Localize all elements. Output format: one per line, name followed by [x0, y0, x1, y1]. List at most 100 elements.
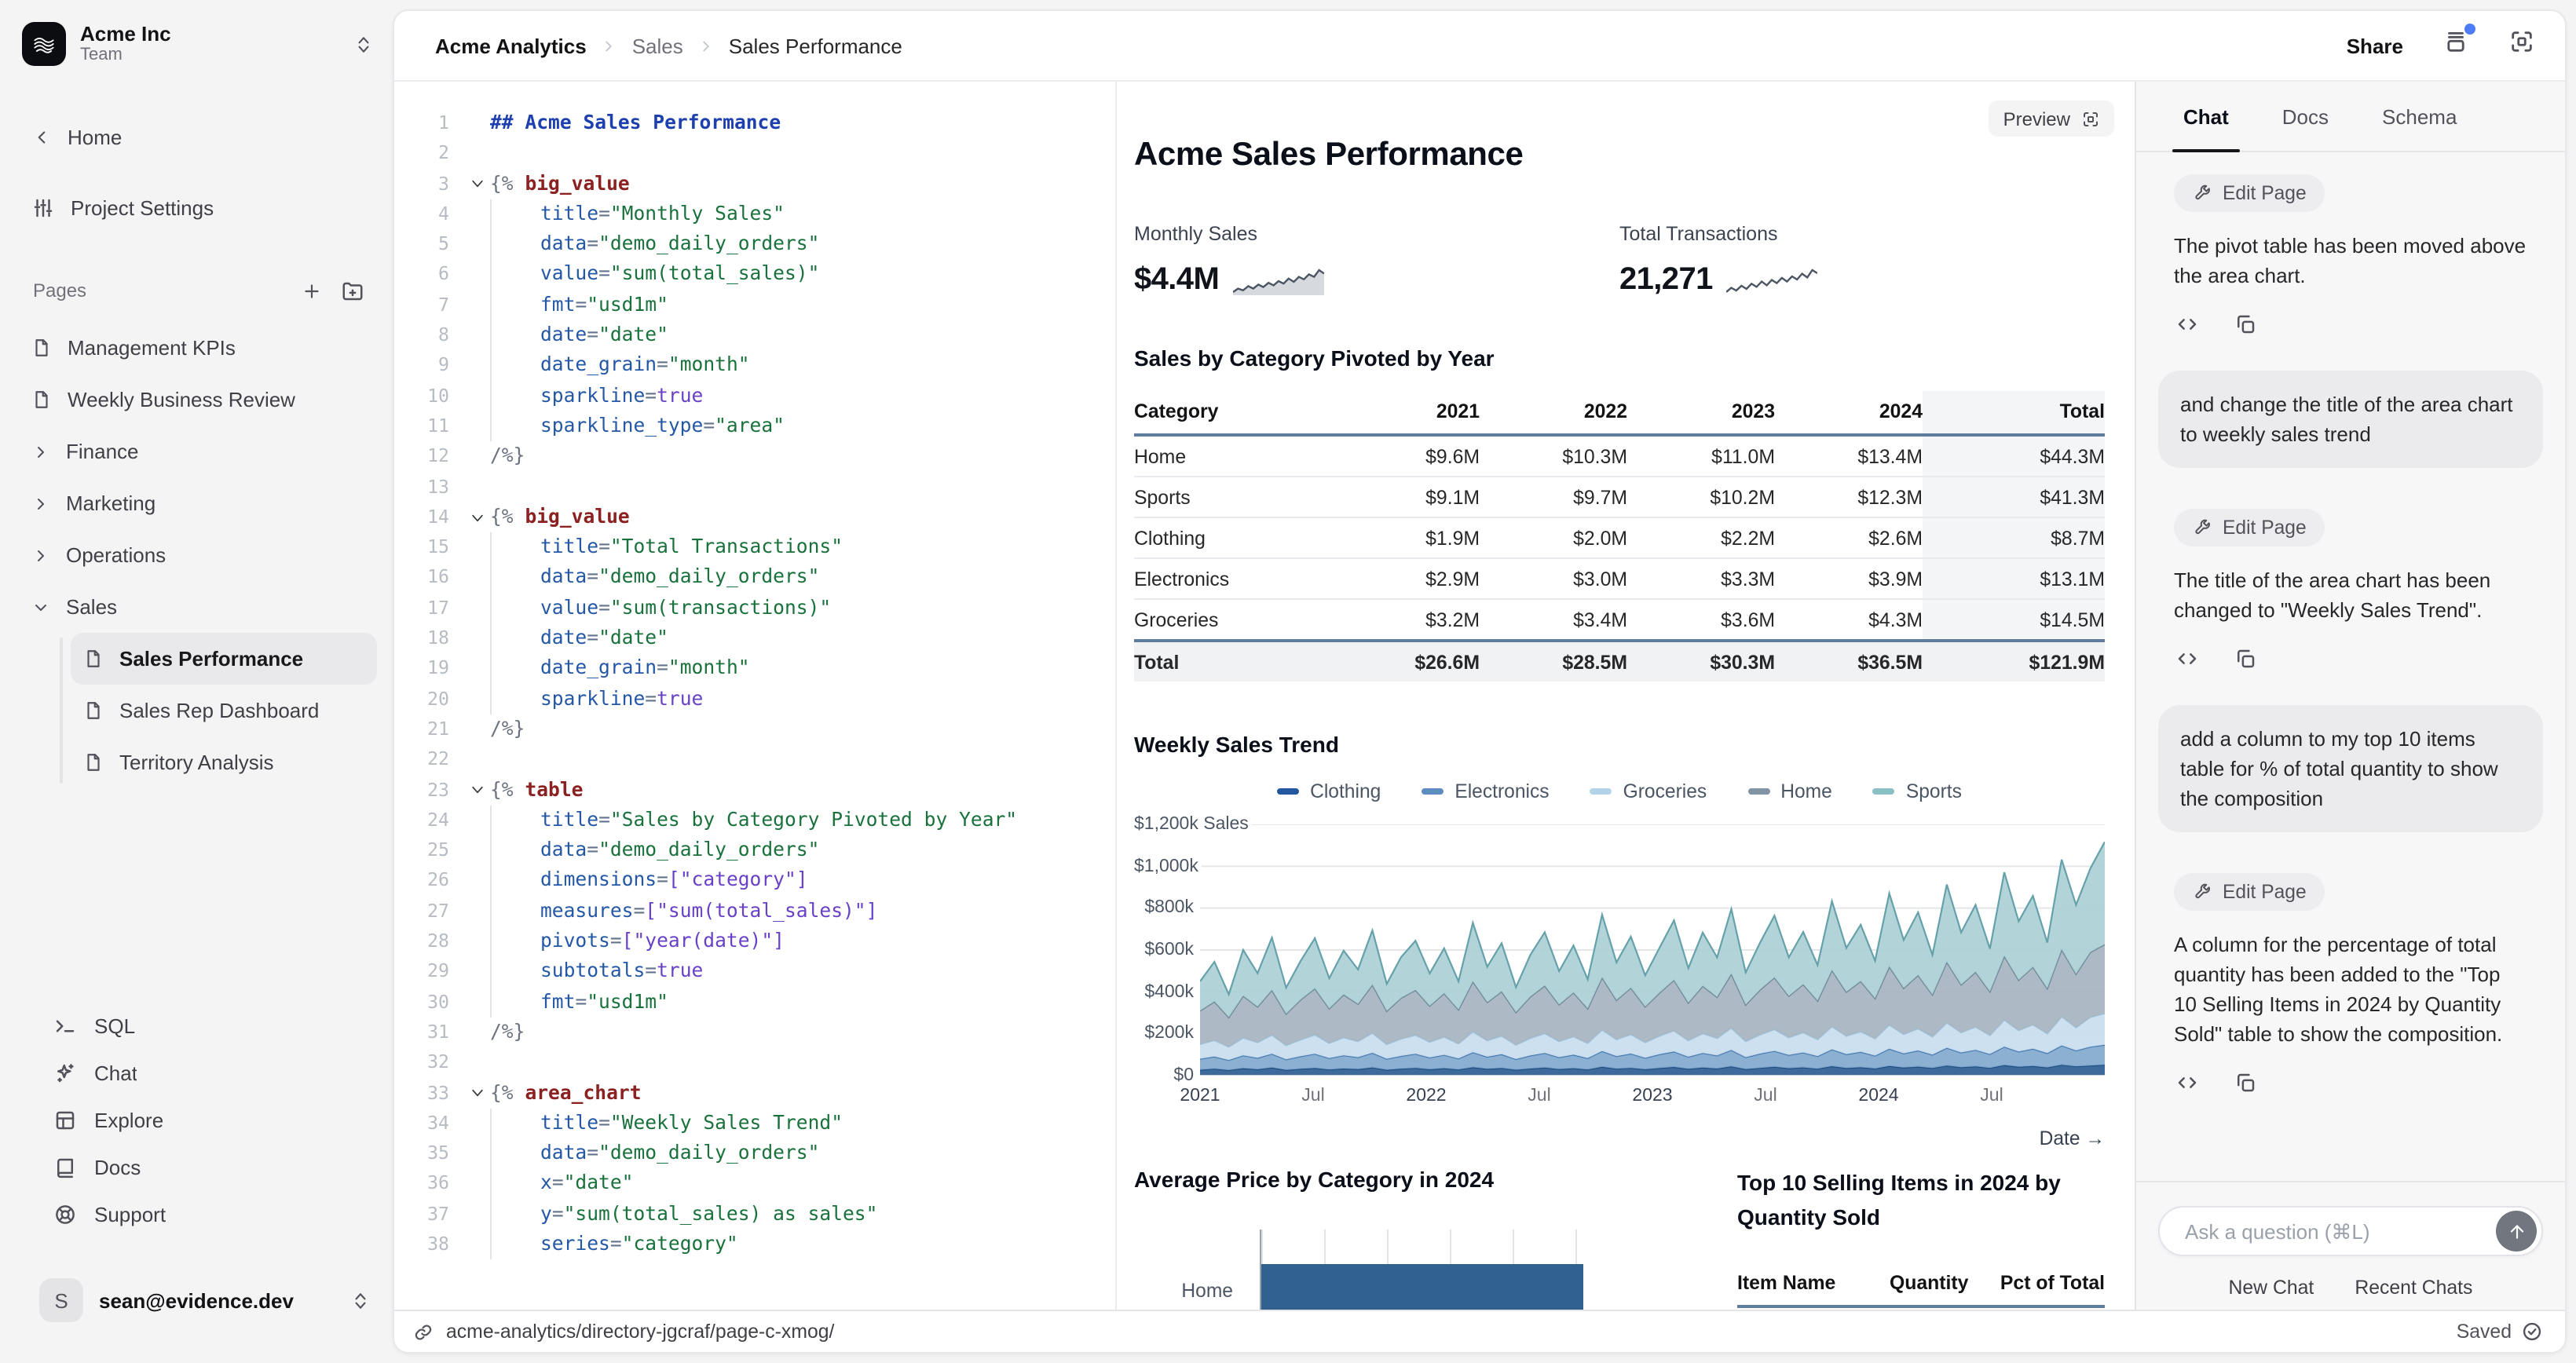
editor-line[interactable]: 27measures=["sum(total_sales)"]: [394, 896, 1115, 926]
sidebar-item-sales[interactable]: Sales: [19, 581, 377, 633]
editor-line[interactable]: 14{% big_value: [394, 502, 1115, 533]
editor-line[interactable]: 32: [394, 1047, 1115, 1078]
editor-line[interactable]: 7fmt="usd1m": [394, 291, 1115, 321]
sidebar-item-operations[interactable]: Operations: [19, 529, 377, 581]
chat-input[interactable]: [2182, 1218, 2496, 1244]
view-code-button[interactable]: [2175, 647, 2199, 671]
fold-chevron-icon[interactable]: [463, 775, 490, 806]
code-editor[interactable]: 1## Acme Sales Performance23{% big_value…: [394, 82, 1117, 1310]
tab-chat[interactable]: Chat: [2183, 82, 2229, 151]
breadcrumb-item[interactable]: Sales Performance: [729, 34, 902, 57]
fold-chevron-icon[interactable]: [463, 502, 490, 533]
sidebar-item-territory-analysis[interactable]: Territory Analysis: [71, 736, 377, 788]
table-total-row: Total$26.6M$28.5M$30.3M$36.5M$121.9M: [1134, 641, 2105, 682]
editor-line[interactable]: 9date_grain="month": [394, 351, 1115, 382]
tab-schema[interactable]: Schema: [2382, 82, 2457, 151]
table-cell: $28.5M: [1480, 641, 1627, 682]
editor-line[interactable]: 8date="date": [394, 320, 1115, 351]
tab-docs[interactable]: Docs: [2282, 82, 2329, 151]
editor-line[interactable]: 13: [394, 472, 1115, 502]
share-button[interactable]: Share: [2347, 34, 2403, 57]
fold-chevron-icon[interactable]: [463, 1078, 490, 1109]
editor-line[interactable]: 33{% area_chart: [394, 1078, 1115, 1109]
send-button[interactable]: [2496, 1211, 2537, 1252]
sidebar-item-home[interactable]: Home: [19, 113, 377, 160]
editor-line[interactable]: 16data="demo_daily_orders": [394, 563, 1115, 594]
sidebar-item-finance[interactable]: Finance: [19, 426, 377, 477]
editor-line[interactable]: 3{% big_value: [394, 169, 1115, 199]
chat-link-new-chat[interactable]: New Chat: [2229, 1277, 2314, 1299]
editor-line[interactable]: 31/%}: [394, 1018, 1115, 1048]
editor-line[interactable]: 10sparkline=true: [394, 381, 1115, 411]
sidebar-item-sales-performance[interactable]: Sales Performance: [71, 633, 377, 685]
breadcrumb-item[interactable]: Acme Analytics: [435, 34, 587, 57]
file-icon: [31, 338, 52, 358]
legend-item[interactable]: Electronics: [1422, 780, 1549, 802]
editor-line[interactable]: 6value="sum(total_sales)": [394, 260, 1115, 291]
code-text: data="demo_daily_orders": [490, 835, 819, 866]
editor-line[interactable]: 20sparkline=true: [394, 684, 1115, 714]
editor-line[interactable]: 35data="demo_daily_orders": [394, 1138, 1115, 1169]
sidebar-item-weekly-business-review[interactable]: Weekly Business Review: [19, 374, 377, 426]
breadcrumb-item[interactable]: Sales: [632, 34, 683, 57]
fold-gutter: [463, 472, 490, 502]
editor-line[interactable]: 37y="sum(total_sales) as sales": [394, 1199, 1115, 1230]
editor-line[interactable]: 28pivots=["year(date)"]: [394, 926, 1115, 957]
sidebar-item-support[interactable]: Support: [19, 1190, 377, 1237]
print-button[interactable]: [2442, 28, 2469, 63]
legend-item[interactable]: Groceries: [1590, 780, 1707, 802]
fold-chevron-icon[interactable]: [463, 169, 490, 199]
editor-line[interactable]: 12/%}: [394, 442, 1115, 473]
copy-button[interactable]: [2234, 1071, 2257, 1094]
preview-toggle-button[interactable]: Preview: [1989, 100, 2114, 137]
legend-item[interactable]: Clothing: [1277, 780, 1381, 802]
sidebar-item-sales-rep-dashboard[interactable]: Sales Rep Dashboard: [71, 685, 377, 736]
copy-button[interactable]: [2234, 312, 2257, 336]
fullscreen-button[interactable]: [2508, 28, 2535, 63]
editor-line[interactable]: 24title="Sales by Category Pivoted by Ye…: [394, 806, 1115, 836]
editor-line[interactable]: 2: [394, 139, 1115, 170]
editor-line[interactable]: 36x="date": [394, 1169, 1115, 1200]
x-axis-tick: 2022: [1406, 1087, 1446, 1105]
sidebar-item-chat[interactable]: Chat: [19, 1049, 377, 1096]
fold-gutter: [463, 1138, 490, 1169]
user-menu[interactable]: S sean@evidence.dev: [19, 1272, 377, 1328]
editor-line[interactable]: 34title="Weekly Sales Trend": [394, 1109, 1115, 1139]
sidebar-item-marketing[interactable]: Marketing: [19, 477, 377, 529]
editor-line[interactable]: 22: [394, 744, 1115, 775]
table-cell: $121.9M: [1923, 641, 2105, 682]
sidebar-item-explore[interactable]: Explore: [19, 1096, 377, 1143]
editor-line[interactable]: 4title="Monthly Sales": [394, 199, 1115, 230]
editor-line[interactable]: 17value="sum(transactions)": [394, 594, 1115, 624]
view-code-button[interactable]: [2175, 312, 2199, 336]
chat-link-recent-chats[interactable]: Recent Chats: [2355, 1277, 2472, 1299]
editor-line[interactable]: 1## Acme Sales Performance: [394, 108, 1115, 139]
sidebar-item-management-kpis[interactable]: Management KPIs: [19, 322, 377, 374]
sidebar-item-docs[interactable]: Docs: [19, 1143, 377, 1190]
editor-line[interactable]: 11sparkline_type="area": [394, 411, 1115, 442]
editor-line[interactable]: 29subtotals=true: [394, 957, 1115, 988]
editor-line[interactable]: 21/%}: [394, 714, 1115, 745]
legend-item[interactable]: Sports: [1873, 780, 1962, 802]
sidebar-item-label: Project Settings: [71, 195, 214, 219]
bar[interactable]: [1261, 1264, 1583, 1310]
editor-line[interactable]: 5data="demo_daily_orders": [394, 229, 1115, 260]
editor-line[interactable]: 25data="demo_daily_orders": [394, 835, 1115, 866]
view-code-button[interactable]: [2175, 1071, 2199, 1094]
editor-line[interactable]: 38series="category": [394, 1230, 1115, 1260]
editor-line[interactable]: 23{% table: [394, 775, 1115, 806]
workspace-switcher[interactable]: Acme Inc Team: [22, 16, 374, 72]
copy-button[interactable]: [2234, 647, 2257, 671]
sidebar-item-sql[interactable]: SQL: [19, 1002, 377, 1049]
legend-item[interactable]: Home: [1747, 780, 1832, 802]
sidebar-item-project-settings[interactable]: Project Settings: [19, 184, 377, 231]
add-page-button[interactable]: [302, 280, 322, 301]
editor-line[interactable]: 30fmt="usd1m": [394, 987, 1115, 1018]
add-folder-button[interactable]: [341, 279, 364, 302]
editor-line[interactable]: 19date_grain="month": [394, 654, 1115, 685]
table-cell: $14.5M: [1923, 599, 2105, 641]
editor-line[interactable]: 26dimensions=["category"]: [394, 866, 1115, 897]
editor-line[interactable]: 15title="Total Transactions": [394, 532, 1115, 563]
x-axis-tick: 2024: [1858, 1087, 1898, 1105]
editor-line[interactable]: 18date="date": [394, 623, 1115, 654]
